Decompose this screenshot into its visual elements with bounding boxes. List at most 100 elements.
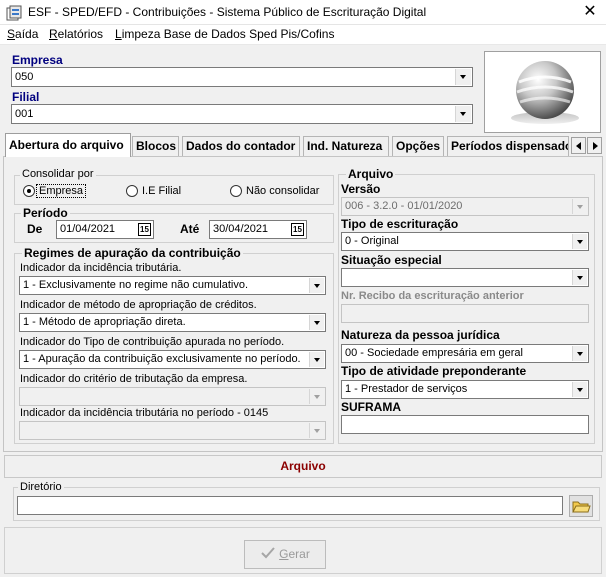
- tipo-escrituracao-select[interactable]: 0 - Original: [341, 232, 589, 251]
- metodo-select[interactable]: 1 - Método de apropriação direta.: [19, 313, 326, 332]
- menu-bar: Saída Relatórios Limpeza Base de Dados S…: [0, 25, 606, 45]
- versao-value: 006 - 3.2.0 - 01/01/2020: [345, 200, 463, 212]
- tab-abertura-do-arquivo[interactable]: Abertura do arquivo: [5, 133, 131, 157]
- metodo-value: 1 - Método de apropriação direta.: [23, 316, 186, 328]
- natureza-select[interactable]: 00 - Sociedade empresária em geral: [341, 344, 589, 363]
- dropdown-arrow-icon: [572, 199, 587, 214]
- situacao-especial-label: Situação especial: [341, 253, 442, 267]
- gerar-accel: G: [279, 547, 289, 561]
- close-icon[interactable]: ✕: [578, 1, 602, 23]
- incidencia-label: Indicador da incidência tributária.: [20, 262, 182, 274]
- folder-icon: [572, 501, 591, 513]
- metodo-label: Indicador de método de apropriação de cr…: [20, 299, 257, 311]
- dropdown-arrow-icon[interactable]: [455, 69, 471, 85]
- dropdown-arrow-icon[interactable]: [309, 352, 324, 367]
- tab-opcoes[interactable]: Opções: [392, 136, 444, 156]
- tab-scroll-right-icon[interactable]: [587, 137, 602, 154]
- filial-label: Filial: [12, 90, 40, 104]
- criterio-label: Indicador do critério de tributação da e…: [20, 373, 248, 385]
- tipo-escrituracao-label: Tipo de escrituração: [341, 217, 459, 231]
- dropdown-arrow-icon: [309, 389, 324, 404]
- dropdown-arrow-icon: [309, 423, 324, 438]
- menu-relatorios[interactable]: Relatórios: [49, 27, 103, 41]
- menu-limpeza[interactable]: Limpeza Base de Dados Sped Pis/Cofins: [115, 27, 334, 41]
- diretorio-input[interactable]: [17, 496, 563, 515]
- tipo-atividade-select[interactable]: 1 - Prestador de serviços: [341, 380, 589, 399]
- empresa-label: Empresa: [12, 53, 63, 67]
- incidencia-0145-label: Indicador da incidência tributária no pe…: [20, 407, 269, 419]
- de-label: De: [27, 222, 43, 236]
- calendar-icon[interactable]: 15: [291, 223, 304, 236]
- menu-relatorios-label: elatórios: [57, 27, 104, 41]
- dropdown-arrow-icon[interactable]: [309, 315, 324, 330]
- menu-limpeza-accel: L: [115, 27, 122, 41]
- ate-date-value: 30/04/2021: [213, 223, 269, 235]
- menu-limpeza-label: impeza Base de Dados Sped Pis/Cofins: [121, 27, 335, 41]
- natureza-label: Natureza da pessoa jurídica: [341, 328, 500, 342]
- ate-date-input[interactable]: 30/04/2021 15: [209, 220, 307, 239]
- tab-blocos[interactable]: Blocos: [132, 136, 179, 156]
- situacao-especial-select[interactable]: [341, 268, 589, 287]
- dropdown-arrow-icon[interactable]: [455, 106, 471, 122]
- radio-empresa-label[interactable]: Empresa: [36, 184, 87, 198]
- checkmark-icon: [261, 547, 275, 559]
- natureza-value: 00 - Sociedade empresária em geral: [345, 347, 523, 359]
- tipo-contribuicao-select[interactable]: 1 - Apuração da contribuição exclusivame…: [19, 350, 326, 369]
- suframa-label: SUFRAMA: [341, 400, 401, 414]
- tab-periodos-dispensados[interactable]: Períodos dispensados: [447, 136, 569, 156]
- arquivo-legend: Arquivo: [346, 167, 396, 181]
- radio-ie-filial-label[interactable]: I.E Filial: [142, 185, 181, 197]
- incidencia-value: 1 - Exclusivamente no regime não cumulat…: [23, 279, 248, 291]
- dropdown-arrow-icon[interactable]: [572, 234, 587, 249]
- radio-nao-consolidar-label[interactable]: Não consolidar: [246, 185, 319, 197]
- gerar-button[interactable]: Gerar: [244, 540, 326, 569]
- filial-select[interactable]: 001: [11, 104, 473, 124]
- dropdown-arrow-icon[interactable]: [572, 382, 587, 397]
- consolidar-legend: Consolidar por: [20, 168, 96, 180]
- logo-box: [484, 51, 601, 133]
- menu-saida-label: aída: [15, 27, 39, 41]
- versao-label: Versão: [341, 182, 381, 196]
- tab-dados-do-contador[interactable]: Dados do contador: [182, 136, 300, 156]
- menu-saida[interactable]: Saída: [7, 27, 38, 41]
- calendar-icon[interactable]: 15: [138, 223, 151, 236]
- empresa-value: 050: [15, 71, 34, 83]
- suframa-input[interactable]: [341, 415, 589, 434]
- tipo-contribuicao-value: 1 - Apuração da contribuição exclusivame…: [23, 353, 301, 365]
- radio-ie-filial[interactable]: [126, 185, 138, 197]
- tipo-atividade-label: Tipo de atividade preponderante: [341, 364, 527, 378]
- dropdown-arrow-icon[interactable]: [309, 278, 324, 293]
- diretorio-legend: Diretório: [18, 481, 64, 493]
- incidencia-0145-select: [19, 421, 326, 440]
- tab-ind-natureza[interactable]: Ind. Natureza: [303, 136, 389, 156]
- tipo-atividade-value: 1 - Prestador de serviços: [345, 383, 468, 395]
- incidencia-select[interactable]: 1 - Exclusivamente no regime não cumulat…: [19, 276, 326, 295]
- title-bar: ESF - SPED/EFD - Contribuições - Sistema…: [0, 0, 606, 25]
- browse-folder-button[interactable]: [569, 495, 593, 517]
- dropdown-arrow-icon[interactable]: [572, 270, 587, 285]
- ate-label: Até: [180, 222, 200, 236]
- nr-recibo-input: [341, 304, 589, 323]
- regimes-legend: Regimes de apuração da contribuição: [22, 246, 243, 260]
- window-title: ESF - SPED/EFD - Contribuições - Sistema…: [28, 5, 427, 19]
- de-date-value: 01/04/2021: [60, 223, 116, 235]
- menu-saida-accel: S: [7, 27, 16, 41]
- tab-scroll-left-icon[interactable]: [571, 137, 586, 154]
- app-icon: [6, 5, 22, 21]
- nr-recibo-label: Nr. Recibo da escrituração anterior: [341, 290, 524, 302]
- menu-relatorios-accel: R: [49, 27, 58, 41]
- dropdown-arrow-icon[interactable]: [572, 346, 587, 361]
- de-date-input[interactable]: 01/04/2021 15: [56, 220, 154, 239]
- radio-nao-consolidar[interactable]: [230, 185, 242, 197]
- empresa-select[interactable]: 050: [11, 67, 473, 87]
- tipo-escrituracao-value: 0 - Original: [345, 235, 399, 247]
- periodo-legend: Período: [21, 206, 70, 220]
- tipo-contribuicao-label: Indicador do Tipo de contribuição apurad…: [20, 336, 285, 348]
- versao-select: 006 - 3.2.0 - 01/01/2020: [341, 197, 589, 216]
- arquivo-section-header: Arquivo: [4, 455, 602, 478]
- criterio-select: [19, 387, 326, 406]
- gerar-label: erar: [288, 547, 310, 561]
- radio-empresa[interactable]: [23, 185, 35, 197]
- sphere-logo: [511, 61, 579, 124]
- filial-value: 001: [15, 108, 34, 120]
